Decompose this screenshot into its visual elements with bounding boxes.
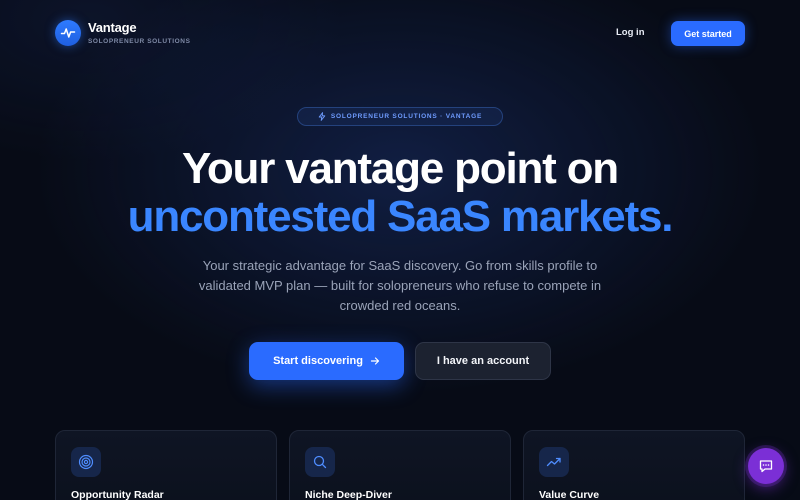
get-started-button[interactable]: Get started	[671, 21, 745, 46]
feature-card-title: Value Curve	[539, 489, 600, 500]
feature-card-niche-deep-diver[interactable]: Niche Deep-Diver	[289, 430, 511, 500]
hero-subtitle: Your strategic advantage for SaaS discov…	[198, 258, 602, 313]
hero-eyebrow-text: SOLOPRENEUR SOLUTIONS · VANTAGE	[330, 113, 483, 120]
feature-card-opportunity-radar[interactable]: Opportunity Radar	[55, 430, 277, 500]
search-icon	[305, 447, 335, 477]
brand-name: Vantage	[88, 20, 137, 36]
login-link[interactable]: Log in	[616, 27, 645, 38]
pulse-icon	[55, 20, 81, 46]
brand-text: Vantage SOLOPRENEUR SOLUTIONS	[88, 20, 191, 46]
hero-headline-line1: Your vantage point on	[182, 144, 619, 193]
feature-card-title: Opportunity Radar	[71, 489, 164, 500]
hero-eyebrow-pill: SOLOPRENEUR SOLUTIONS · VANTAGE	[297, 107, 503, 126]
chat-button[interactable]	[748, 448, 784, 484]
brand[interactable]: Vantage SOLOPRENEUR SOLUTIONS	[55, 20, 191, 46]
have-account-button[interactable]: I have an account	[415, 342, 551, 380]
start-discovering-button[interactable]: Start discovering	[249, 342, 404, 380]
start-discovering-label: Start discovering	[273, 355, 363, 367]
feature-card-value-curve[interactable]: Value Curve	[523, 430, 745, 500]
arrow-right-icon	[370, 357, 380, 365]
trending-up-icon	[539, 447, 569, 477]
top-nav: Vantage SOLOPRENEUR SOLUTIONS Log in Get…	[0, 0, 800, 68]
radar-icon	[71, 447, 101, 477]
brand-tagline: SOLOPRENEUR SOLUTIONS	[88, 38, 191, 46]
feature-card-title: Niche Deep-Diver	[305, 489, 392, 500]
hero-headline-line2: uncontested SaaS markets.	[127, 192, 674, 241]
bolt-icon	[318, 112, 326, 121]
chat-icon	[759, 460, 773, 473]
